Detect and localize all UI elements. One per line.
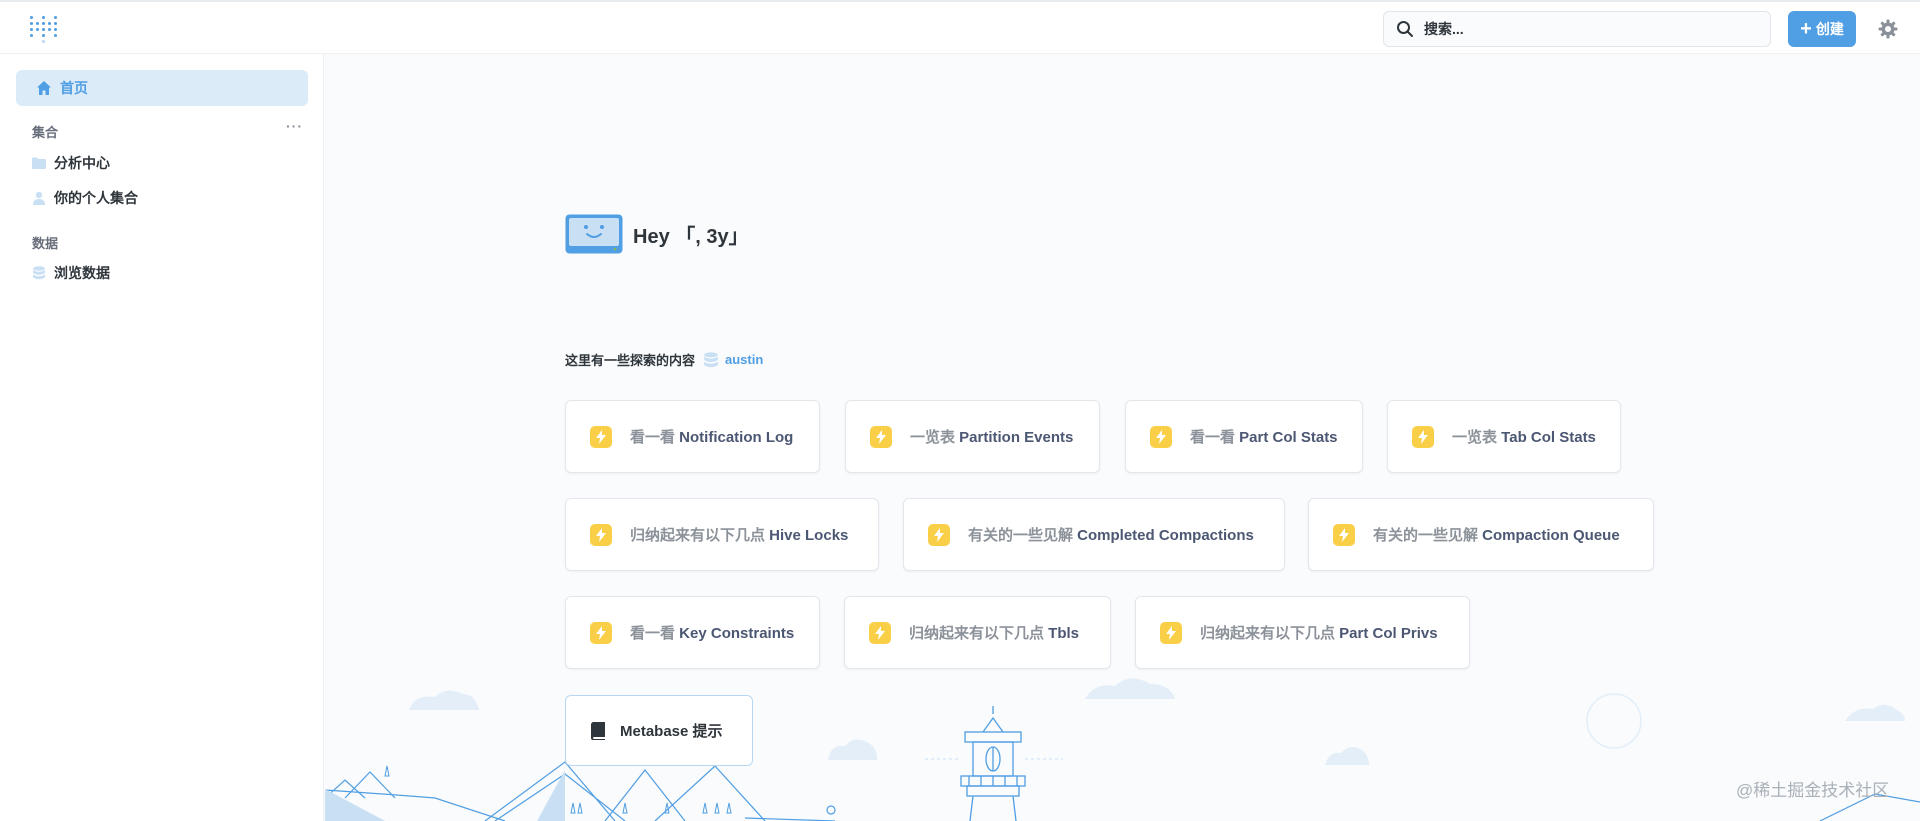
collections-heading: 集合 bbox=[32, 125, 59, 140]
search-placeholder: 搜索... bbox=[1424, 21, 1464, 37]
bolt-icon bbox=[590, 523, 612, 546]
sidebar-item-home[interactable]: 首页 bbox=[16, 70, 308, 106]
card-label: 归纳起来有以下几点 Part Col Privs bbox=[1200, 625, 1438, 642]
search-icon bbox=[1397, 21, 1413, 37]
plus-icon: + bbox=[1800, 18, 1812, 40]
main-content: Hey 「, 3y」 这里有一些探索的内容 austin 看一看 Notific… bbox=[325, 54, 1920, 821]
sidebar-item-label: 分析中心 bbox=[54, 155, 110, 171]
xray-card[interactable]: 归纳起来有以下几点 Tbls bbox=[844, 596, 1111, 669]
card-label: 看一看 Key Constraints bbox=[630, 625, 795, 642]
sidebar-item-label: 你的个人集合 bbox=[54, 190, 138, 206]
book-icon bbox=[591, 721, 605, 740]
top-navbar: 搜索... + 创建 bbox=[0, 0, 1920, 54]
card-label: 有关的一些见解 Compaction Queue bbox=[1373, 527, 1620, 544]
sidebar-item-personal-collection[interactable]: 你的个人集合 bbox=[32, 186, 138, 210]
card-label: 一览表 Partition Events bbox=[910, 429, 1074, 446]
home-icon bbox=[37, 81, 51, 95]
card-label: 归纳起来有以下几点 Hive Locks bbox=[630, 527, 849, 544]
metabase-tips-button[interactable]: Metabase 提示 bbox=[565, 695, 753, 766]
xray-card[interactable]: 一览表 Tab Col Stats bbox=[1387, 400, 1621, 473]
xray-card[interactable]: 有关的一些见解 Compaction Queue bbox=[1308, 498, 1654, 571]
database-link[interactable]: austin bbox=[725, 352, 763, 367]
database-icon bbox=[704, 351, 718, 367]
xray-card[interactable]: 归纳起来有以下几点 Part Col Privs bbox=[1135, 596, 1470, 669]
bolt-icon bbox=[590, 425, 612, 448]
xray-card[interactable]: 看一看 Part Col Stats bbox=[1125, 400, 1363, 473]
search-input[interactable]: 搜索... bbox=[1383, 11, 1771, 47]
sidebar-item-browse-data[interactable]: 浏览数据 bbox=[32, 261, 110, 285]
metabot-icon bbox=[565, 214, 623, 254]
bolt-icon bbox=[928, 523, 950, 546]
data-heading: 数据 bbox=[32, 236, 59, 251]
greeting: Hey 「, 3y」 bbox=[565, 214, 749, 254]
bolt-icon bbox=[1412, 425, 1434, 448]
create-button-label: 创建 bbox=[1815, 21, 1844, 37]
create-button[interactable]: + 创建 bbox=[1788, 11, 1856, 47]
explore-heading: 这里有一些探索的内容 austin bbox=[565, 350, 763, 369]
sidebar-item-analytics[interactable]: 分析中心 bbox=[32, 151, 110, 175]
card-label: 一览表 Tab Col Stats bbox=[1452, 429, 1596, 446]
metabase-logo-icon[interactable] bbox=[30, 16, 58, 43]
bolt-icon bbox=[1150, 425, 1172, 448]
card-label: 看一看 Notification Log bbox=[630, 429, 794, 446]
bolt-icon bbox=[590, 621, 612, 644]
xray-card[interactable]: 一览表 Partition Events bbox=[845, 400, 1100, 473]
bolt-icon bbox=[869, 621, 891, 644]
gear-icon[interactable] bbox=[1878, 19, 1898, 39]
folder-icon bbox=[32, 157, 46, 169]
sidebar: 首页 集合 ··· 分析中心 你的个人集合 数据 浏览数据 bbox=[0, 54, 324, 821]
card-label: 有关的一些见解 Completed Compactions bbox=[968, 527, 1254, 544]
collections-more-button[interactable]: ··· bbox=[286, 118, 303, 134]
bolt-icon bbox=[1160, 621, 1182, 644]
database-icon bbox=[33, 266, 45, 280]
bolt-icon bbox=[870, 425, 892, 448]
greeting-text: Hey 「, 3y」 bbox=[633, 225, 749, 248]
watermark-text: @稀土掘金技术社区 bbox=[1736, 781, 1890, 800]
explore-text: 这里有一些探索的内容 bbox=[565, 353, 696, 368]
card-label: 归纳起来有以下几点 Tbls bbox=[909, 625, 1080, 642]
xray-card[interactable]: 看一看 Notification Log bbox=[565, 400, 820, 473]
sidebar-item-label: 浏览数据 bbox=[54, 265, 110, 281]
bolt-icon bbox=[1333, 523, 1355, 546]
tips-label: Metabase 提示 bbox=[620, 723, 723, 740]
sidebar-item-label: 首页 bbox=[60, 80, 88, 96]
xray-card[interactable]: 有关的一些见解 Completed Compactions bbox=[903, 498, 1285, 571]
card-label: 看一看 Part Col Stats bbox=[1190, 429, 1338, 446]
xray-card[interactable]: 看一看 Key Constraints bbox=[565, 596, 820, 669]
person-icon bbox=[33, 191, 45, 205]
xray-card[interactable]: 归纳起来有以下几点 Hive Locks bbox=[565, 498, 879, 571]
